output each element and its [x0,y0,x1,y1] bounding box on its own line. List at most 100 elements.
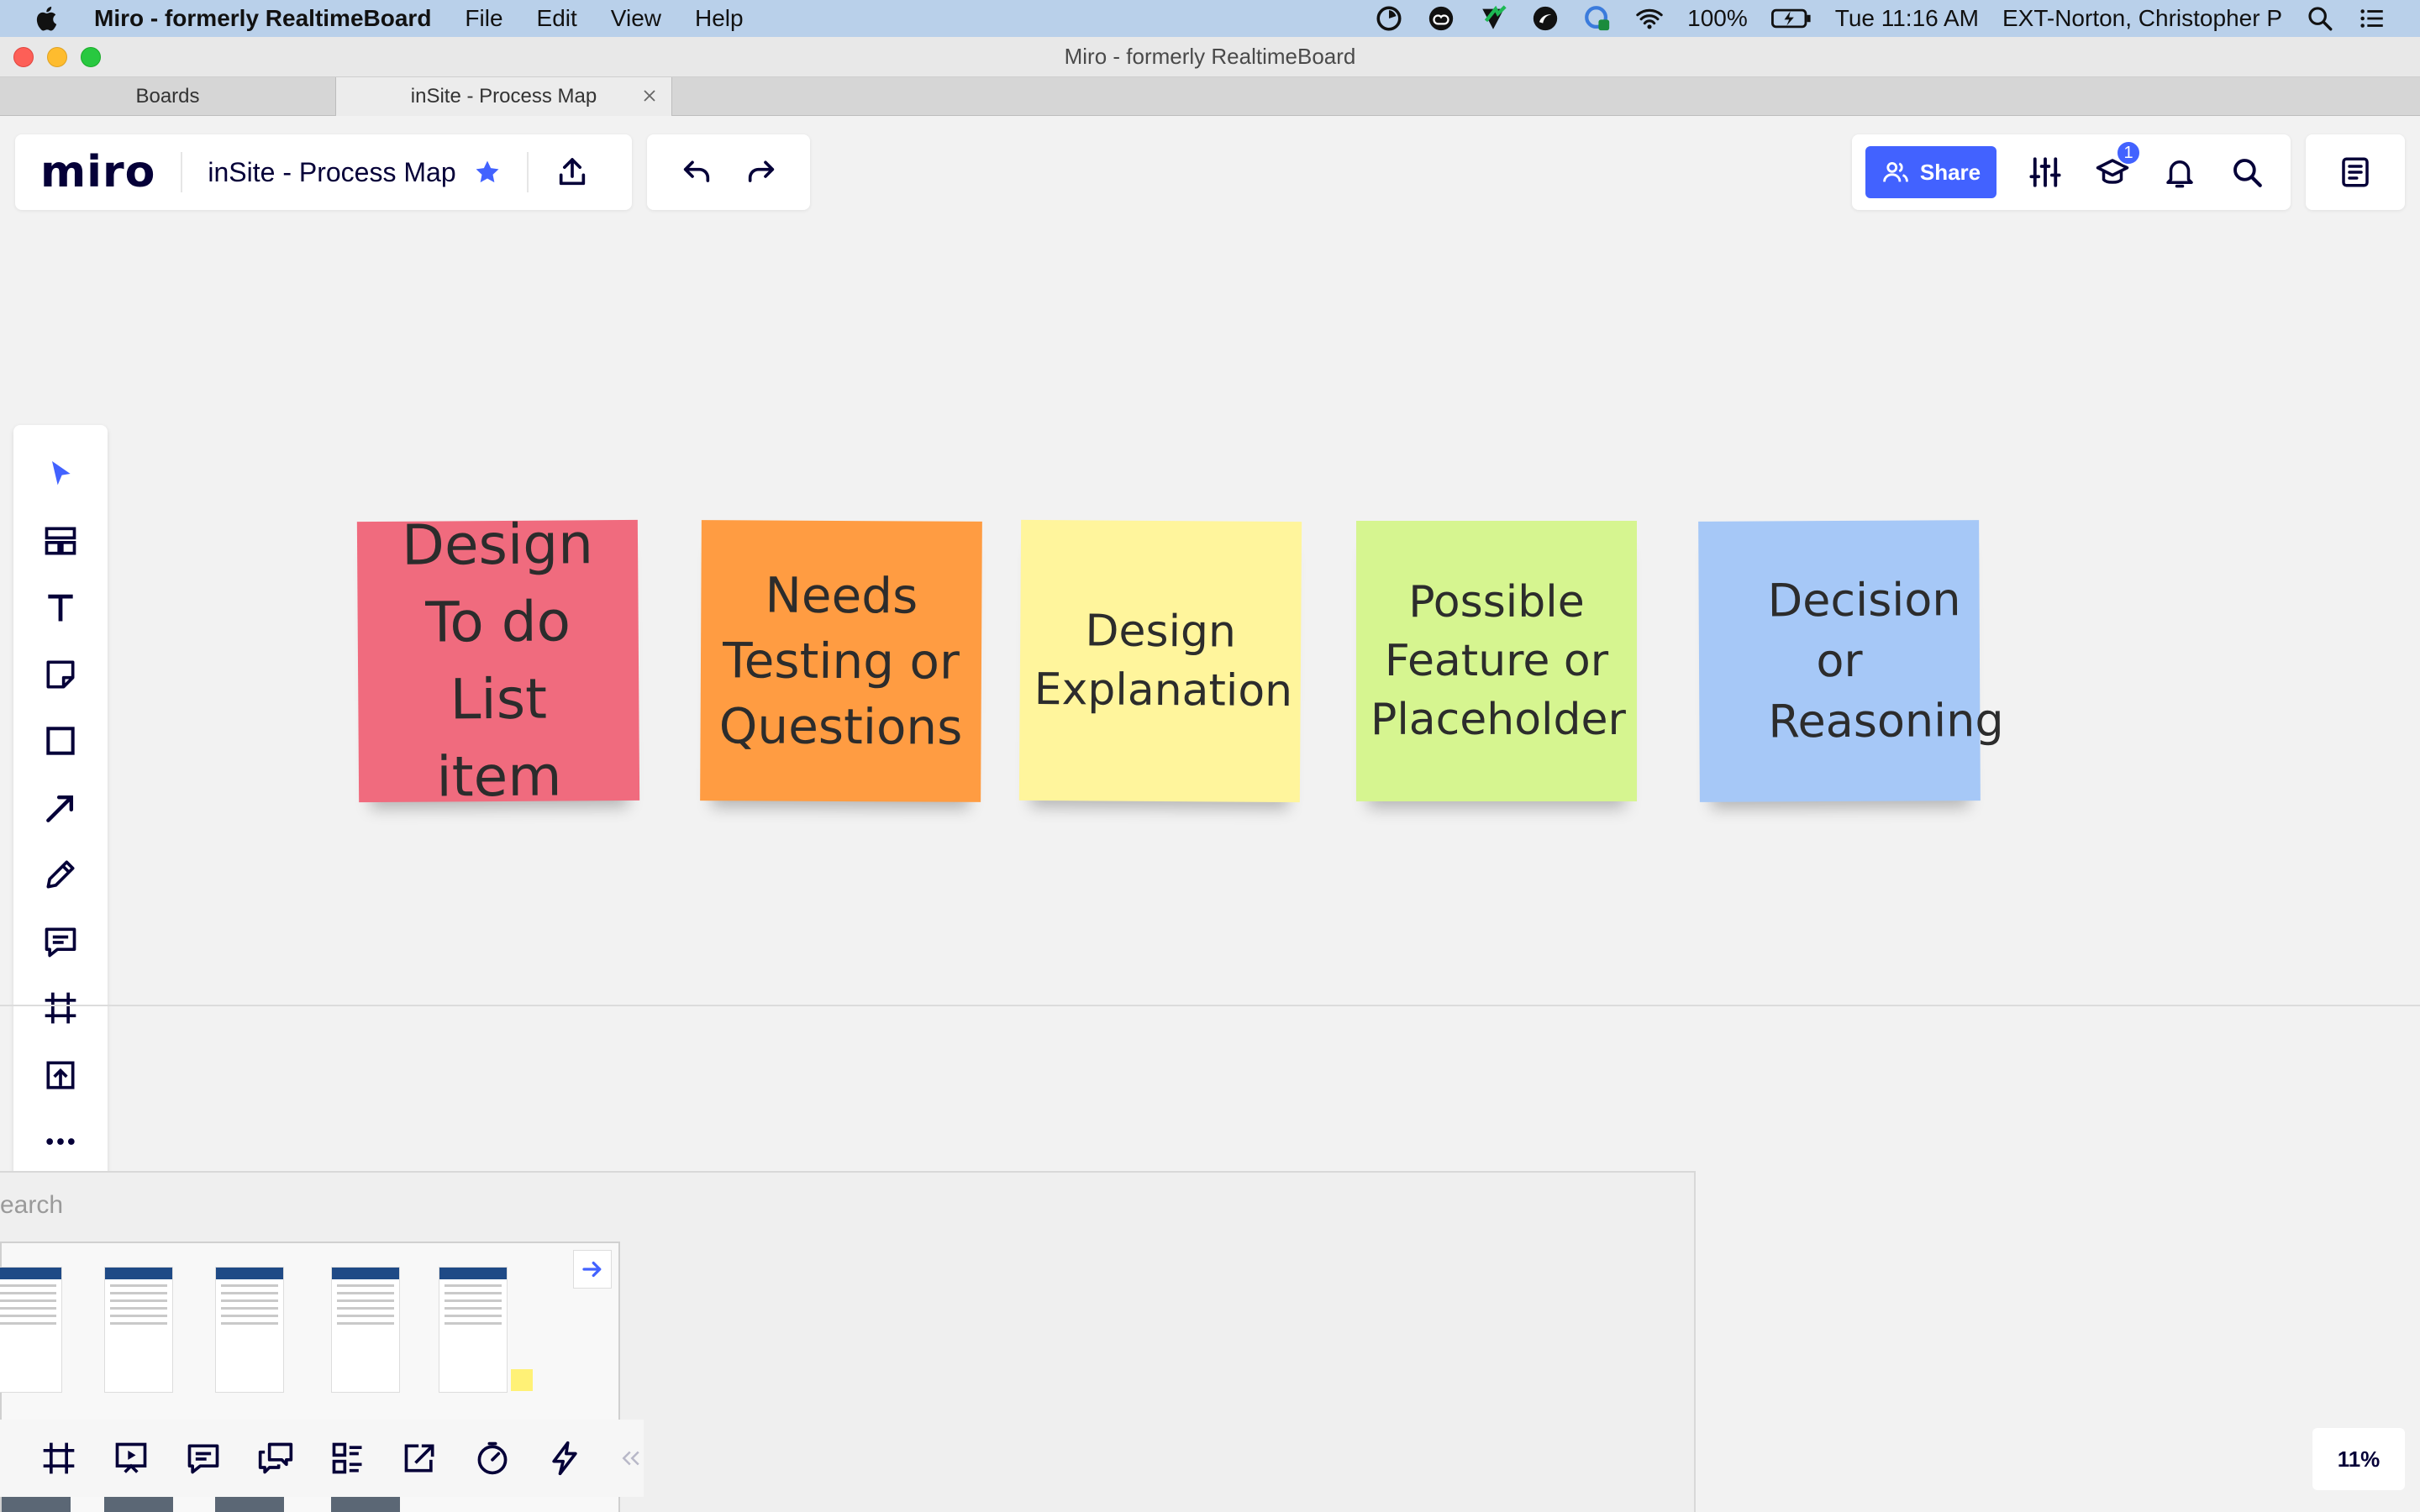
battery-icon[interactable] [1770,4,1812,33]
sticky-note-explanation[interactable]: Design Explanation [1018,519,1302,803]
screen-share-button[interactable] [402,1439,439,1478]
connection-line-tool[interactable] [35,783,86,833]
zoom-window-button[interactable] [81,47,101,67]
learning-center-button[interactable]: 1 [2094,140,2141,191]
spotlight-search-icon[interactable] [2306,4,2334,33]
open-flow-button[interactable] [573,1250,612,1289]
collaboration-panel: Share 1 [1852,134,2291,210]
undo-button[interactable] [678,154,715,191]
upload-icon [46,1061,75,1089]
close-window-button[interactable] [13,47,34,67]
bottom-toolbar [0,1420,644,1497]
text-tool[interactable] [35,582,86,633]
document-list-icon [2342,157,2369,187]
menubar-user[interactable]: EXT-Norton, Christopher P [2002,5,2282,32]
sticky-text: Possible Feature or Placeholder [1370,577,1626,745]
presentation-button[interactable] [113,1439,150,1478]
share-button[interactable]: Share [1865,146,1996,198]
pen-tool[interactable] [35,849,86,900]
sticky-note-todo[interactable]: Design To do List item [356,512,640,810]
notification-center-icon[interactable] [2358,4,2386,33]
sticky-text: Decision or Reasoning [1767,573,2004,748]
comments-button[interactable] [185,1439,222,1478]
board-title[interactable]: inSite - Process Map [208,157,455,188]
apple-icon[interactable] [34,4,62,33]
users-icon [1882,161,1908,182]
connection-line-icon [46,795,74,822]
wifi-icon[interactable] [1635,4,1664,33]
notification-count-badge: 1 [2116,140,2141,165]
frame-label: earch [0,1191,64,1219]
select-tool[interactable] [35,449,86,499]
sliders-icon [2029,157,2061,187]
sticky-text: Design Explanation [1034,606,1293,717]
menu-view[interactable]: View [611,5,661,32]
templates-icon [45,527,76,554]
shape-icon [46,727,75,755]
undo-redo-panel [647,134,810,210]
tab-boards[interactable]: Boards [0,77,336,116]
upload-tool[interactable] [35,1050,86,1100]
tab-process-map[interactable]: inSite - Process Map [336,77,672,116]
text-icon [48,594,73,622]
collapse-icon [622,1451,639,1466]
sticky-note-icon [46,660,75,688]
comment-icon [45,927,76,957]
zoom-level[interactable]: 11% [2312,1428,2405,1490]
close-tab-icon[interactable] [639,86,660,106]
board-menu-panel [2306,134,2405,210]
timer-button[interactable] [474,1439,511,1478]
google-drive-status-icon[interactable] [1583,4,1612,33]
divider [181,152,183,192]
macos-menu-bar: Miro - formerly RealtimeBoard File Edit … [0,0,2420,37]
timer-icon [477,1441,508,1475]
cards-button[interactable] [329,1439,366,1478]
sync-status-icon[interactable] [1531,4,1560,33]
undo-icon [683,160,709,182]
timer-status-icon[interactable] [1375,4,1403,33]
sticky-note-tool[interactable] [35,649,86,700]
templates-tool[interactable] [35,516,86,566]
search-icon [2233,159,2262,187]
cards-icon [332,1442,362,1474]
frame-tool[interactable] [35,983,86,1033]
board-settings-button[interactable] [2027,154,2064,191]
left-toolbar [13,425,108,1203]
lightning-icon [552,1441,577,1476]
comments-icon [187,1444,219,1474]
menu-file[interactable]: File [465,5,502,32]
screen-share-icon [404,1444,434,1473]
board-search-button[interactable] [2228,154,2265,191]
flow-thumbnail [215,1267,284,1393]
flow-thumbnail [439,1267,508,1393]
chat-button[interactable] [257,1439,294,1478]
star-icon[interactable] [473,158,502,186]
share-label: Share [1919,159,1981,185]
sticky-note-feature[interactable]: Possible Feature or Placeholder [1356,521,1637,801]
lightning-button[interactable] [546,1439,583,1478]
comment-tool[interactable] [35,916,86,967]
tab-label: inSite - Process Map [410,85,597,108]
export-button[interactable] [554,154,591,191]
tab-bar: Boards inSite - Process Map [0,77,2420,116]
miro-logo[interactable]: miro [40,147,155,197]
redo-button[interactable] [743,154,780,191]
arrow-right-icon [582,1261,602,1278]
creative-cloud-icon[interactable] [1427,4,1455,33]
menu-edit[interactable]: Edit [537,5,577,32]
board-menu-button[interactable] [2337,154,2374,191]
window-controls [13,47,101,67]
sticky-note-testing[interactable]: Needs Testing or Questions [700,520,982,802]
collapse-toolbar-button[interactable] [618,1439,644,1478]
vpn-shield-icon[interactable] [1479,4,1507,33]
sticky-note-decision[interactable]: Decision or Reasoning [1698,520,2004,802]
shape-tool[interactable] [35,716,86,766]
minimize-window-button[interactable] [47,47,67,67]
menu-help[interactable]: Help [695,5,744,32]
menubar-clock[interactable]: Tue 11:16 AM [1835,5,1979,32]
frames-button[interactable] [40,1439,77,1478]
more-tools-button[interactable] [35,1116,86,1167]
app-name-menu[interactable]: Miro - formerly RealtimeBoard [94,5,431,32]
sticky-text: Design To do List item [401,512,594,810]
notifications-button[interactable] [2161,154,2198,191]
